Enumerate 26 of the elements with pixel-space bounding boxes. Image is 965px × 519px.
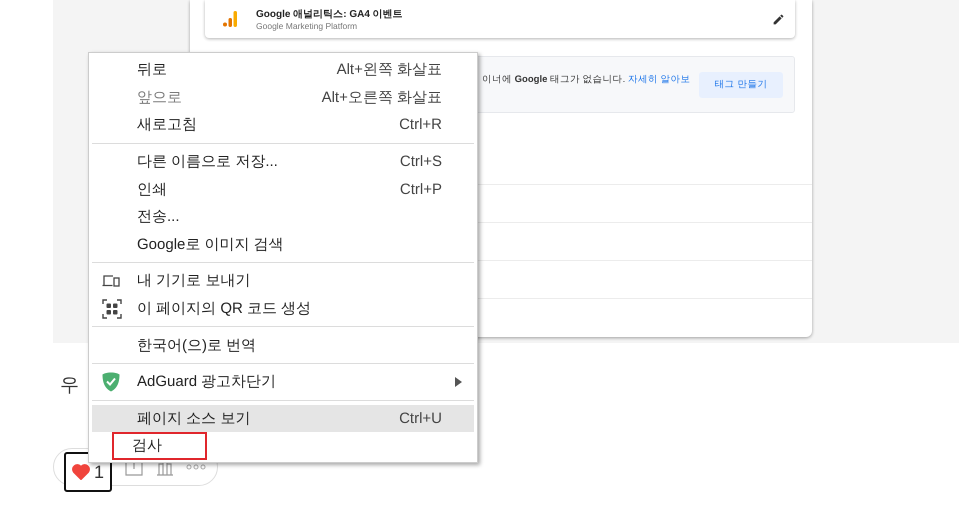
bar-chart-icon <box>223 11 237 27</box>
integration-title: Google 애널리틱스: GA4 이벤트 <box>256 8 404 21</box>
create-tag-button[interactable]: 태그 만들기 <box>699 72 783 98</box>
menu-item[interactable]: 페이지 소스 보기 Ctrl+U <box>92 404 474 432</box>
menu-item[interactable]: AdGuard 광고차단기 <box>92 368 474 396</box>
body-text: 우 <box>60 374 79 398</box>
learn-more-link[interactable]: 자세히 알아보 <box>628 74 691 85</box>
menu-item[interactable]: 다른 이름으로 저장... Ctrl+S <box>92 148 474 176</box>
heart-icon <box>72 464 90 480</box>
menu-item[interactable]: 이 페이지의 QR 코드 생성 <box>92 294 474 322</box>
menu-item[interactable]: 전송... <box>92 202 474 231</box>
integration-subtitle: Google Marketing Platform <box>256 21 358 31</box>
menu-item[interactable]: 새로고침 Ctrl+R <box>92 111 474 139</box>
menu-item[interactable]: 인쇄 Ctrl+P <box>92 175 474 203</box>
notice-text: 이너에 Google 태그가 없습니다. 자세히 알아보 <box>482 73 691 86</box>
menu-item[interactable]: 한국어(으)로 번역 <box>92 331 474 359</box>
devices-icon <box>102 274 120 287</box>
shield-icon <box>102 372 120 392</box>
menu-item[interactable]: 검사 <box>112 432 207 460</box>
qr-code-icon <box>102 298 122 319</box>
more-icon[interactable] <box>186 464 206 470</box>
submenu-arrow-icon <box>455 376 462 387</box>
menu-item[interactable]: 뒤로 Alt+왼쪽 화살표 <box>92 56 474 84</box>
menu-item[interactable]: Google로 이미지 검색 <box>92 230 474 258</box>
edit-icon[interactable] <box>772 12 785 26</box>
menu-item[interactable]: 내 기기로 보내기 <box>92 267 474 295</box>
